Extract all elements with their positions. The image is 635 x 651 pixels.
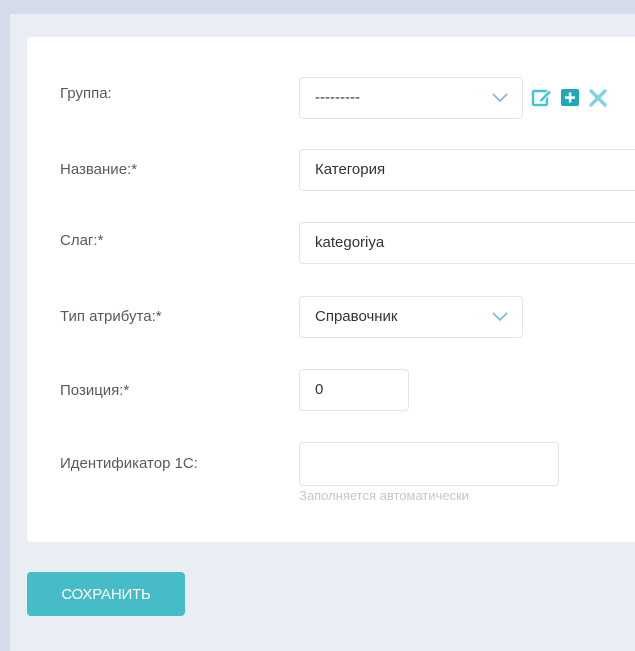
slug-input-value: kategoriya (315, 234, 385, 251)
edit-icon[interactable] (531, 86, 553, 108)
position-label: Позиция:* (60, 382, 130, 399)
name-label: Название:* (60, 161, 138, 178)
slug-input[interactable]: kategoriya (299, 222, 635, 264)
group-select[interactable]: --------- (299, 77, 523, 119)
group-select-value: --------- (315, 89, 360, 106)
save-button[interactable]: СОХРАНИТЬ (27, 572, 185, 616)
name-input-value: Категория (315, 161, 386, 178)
chevron-down-icon (492, 312, 508, 322)
position-input[interactable]: 0 (299, 369, 409, 411)
identifier-1c-input[interactable] (299, 442, 559, 486)
attribute-type-label: Тип атрибута:* (60, 308, 162, 325)
chevron-down-icon (492, 93, 508, 103)
delete-icon[interactable] (587, 86, 609, 108)
identifier-1c-hint: Заполняется автоматически (299, 488, 470, 503)
add-icon[interactable] (559, 86, 581, 108)
position-input-value: 0 (315, 381, 324, 398)
top-border (0, 0, 635, 14)
attribute-type-select[interactable]: Справочник (299, 296, 523, 338)
identifier-1c-label: Идентификатор 1С: (60, 455, 198, 472)
group-label: Группа: (60, 85, 112, 102)
name-input[interactable]: Категория (299, 149, 635, 191)
attribute-type-value: Справочник (315, 308, 398, 325)
slug-label: Слаг:* (60, 232, 104, 249)
left-border (0, 0, 10, 651)
